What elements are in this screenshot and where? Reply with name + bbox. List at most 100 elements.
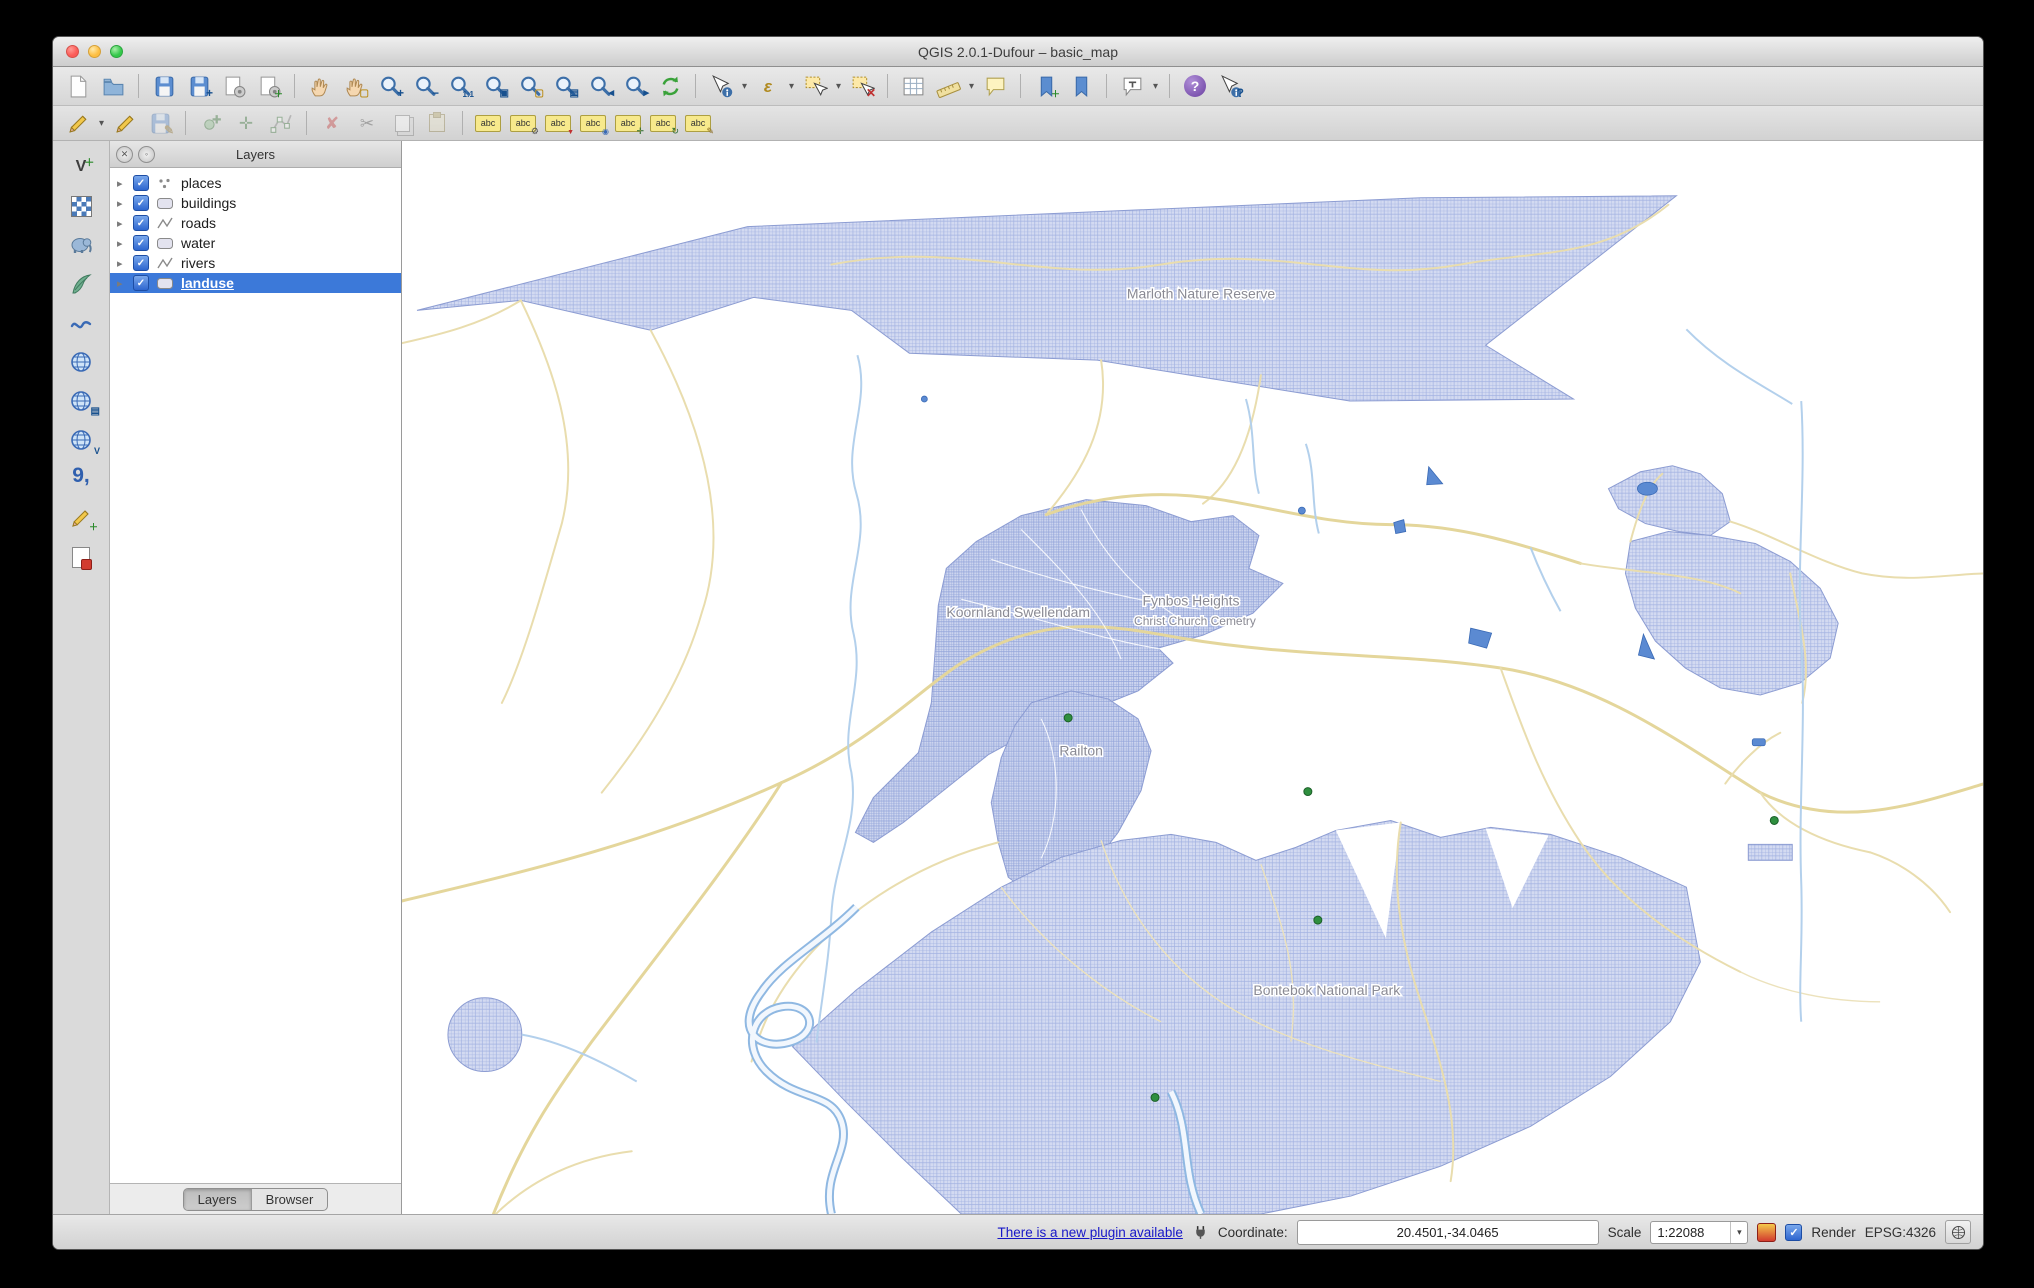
coordinate-input[interactable] [1296, 1219, 1599, 1245]
expand-arrow-icon[interactable] [117, 277, 127, 290]
copy-features-button[interactable] [385, 109, 419, 138]
refresh-map-button[interactable] [653, 72, 687, 101]
zoom-window-button[interactable] [110, 45, 123, 58]
plugin-icon[interactable] [1192, 1224, 1209, 1241]
new-shapefile-layer-button[interactable] [61, 502, 101, 534]
layer-checkbox[interactable] [133, 235, 149, 251]
title-bar[interactable]: QGIS 2.0.1-Dufour – basic_map [53, 37, 1983, 67]
stop-render-icon[interactable] [1757, 1222, 1777, 1242]
close-window-button[interactable] [66, 45, 79, 58]
layer-checkbox[interactable] [133, 215, 149, 231]
add-spatialite-layer-button[interactable] [61, 268, 101, 300]
add-vector-layer-button[interactable]: V ＋ [61, 151, 101, 183]
pan-to-selection-button[interactable] [338, 72, 372, 101]
layer-row-water[interactable]: water [110, 233, 401, 253]
measure-button[interactable] [931, 72, 965, 101]
help-contents-button[interactable] [1178, 72, 1212, 101]
text-annotation-button[interactable] [1115, 72, 1149, 101]
render-checkbox[interactable] [1785, 1223, 1803, 1241]
layer-row-rivers[interactable]: rivers [110, 253, 401, 273]
tab-browser[interactable]: Browser [250, 1188, 328, 1210]
expand-arrow-icon[interactable] [117, 197, 127, 210]
open-project-button[interactable] [96, 72, 130, 101]
expand-arrow-icon[interactable] [117, 237, 127, 250]
current-edits-dropdown-arrow[interactable] [96, 109, 107, 138]
map-canvas[interactable]: .poly{fill:url(#lu);stroke:#8c9cd2;strok… [402, 141, 1983, 1214]
add-wcs-layer-button[interactable] [61, 385, 101, 417]
add-delimited-text-layer-button[interactable] [61, 463, 101, 495]
highlight-labels-button[interactable] [576, 109, 610, 138]
add-feature-button[interactable] [194, 109, 228, 138]
minimize-window-button[interactable] [88, 45, 101, 58]
add-postgis-layer-button[interactable] [61, 229, 101, 261]
layer-checkbox[interactable] [133, 255, 149, 271]
select-dropdown-arrow[interactable] [833, 72, 844, 101]
expand-arrow-icon[interactable] [117, 257, 127, 270]
zoom-next-button[interactable] [618, 72, 652, 101]
save-project-as-button[interactable] [182, 72, 216, 101]
move-feature-button[interactable]: ✛ [229, 109, 263, 138]
add-raster-layer-button[interactable] [61, 190, 101, 222]
add-mssql-layer-button[interactable] [61, 307, 101, 339]
change-label-button[interactable] [681, 109, 715, 138]
zoom-to-selection-button[interactable] [513, 72, 547, 101]
scale-combobox[interactable]: 1:22088 [1650, 1220, 1749, 1244]
new-project-button[interactable] [61, 72, 95, 101]
whats-this-button[interactable]: ? [1213, 72, 1247, 101]
zoom-out-button[interactable] [408, 72, 442, 101]
run-feature-action-button[interactable]: ε [751, 72, 785, 101]
expand-arrow-icon[interactable] [117, 177, 127, 190]
layer-checkbox[interactable] [133, 175, 149, 191]
delete-selected-button[interactable]: ✘ [315, 109, 349, 138]
pin-label-button[interactable] [541, 109, 575, 138]
zoom-native-button[interactable] [443, 72, 477, 101]
identify-dropdown-arrow[interactable] [739, 72, 750, 101]
open-attribute-table-button[interactable] [896, 72, 930, 101]
add-wms-layer-button[interactable] [61, 346, 101, 378]
layers-panel-header[interactable]: Layers [110, 141, 401, 168]
zoom-in-button[interactable] [373, 72, 407, 101]
remove-layer-button[interactable] [61, 541, 101, 573]
move-label-button[interactable] [611, 109, 645, 138]
panel-float-button[interactable] [138, 146, 155, 163]
deselect-features-button[interactable]: ✕ [845, 72, 879, 101]
zoom-to-layer-button[interactable] [548, 72, 582, 101]
new-print-composer-button[interactable] [217, 72, 251, 101]
current-edits-button[interactable] [61, 109, 95, 138]
zoom-full-button[interactable] [478, 72, 512, 101]
new-bookmark-button[interactable] [1029, 72, 1063, 101]
cut-features-button[interactable]: ✂ [350, 109, 384, 138]
map-tips-button[interactable] [978, 72, 1012, 101]
add-wfs-layer-button[interactable]: V [61, 424, 101, 456]
composer-manager-button[interactable] [252, 72, 286, 101]
layer-checkbox[interactable] [133, 275, 149, 291]
label-options-button[interactable] [506, 109, 540, 138]
layer-row-roads[interactable]: roads [110, 213, 401, 233]
show-bookmarks-button[interactable] [1064, 72, 1098, 101]
toggle-editing-button[interactable] [108, 109, 142, 138]
rotate-label-button[interactable] [646, 109, 680, 138]
crs-selector-button[interactable] [1945, 1220, 1971, 1244]
measure-dropdown-arrow[interactable] [966, 72, 977, 101]
label-button[interactable] [471, 109, 505, 138]
layer-checkbox[interactable] [133, 195, 149, 211]
paste-features-button[interactable] [420, 109, 454, 138]
layer-row-places[interactable]: places [110, 173, 401, 193]
expand-arrow-icon[interactable] [117, 217, 127, 230]
feature-action-dropdown-arrow[interactable] [786, 72, 797, 101]
zoom-last-button[interactable] [583, 72, 617, 101]
save-layer-edits-button[interactable] [143, 109, 177, 138]
save-project-button[interactable] [147, 72, 181, 101]
layer-tree[interactable]: places buildings roads [110, 168, 401, 1183]
annotation-dropdown-arrow[interactable] [1150, 72, 1161, 101]
scale-dropdown-arrow[interactable] [1730, 1221, 1747, 1243]
pan-map-button[interactable] [303, 72, 337, 101]
layer-row-landuse[interactable]: landuse [110, 273, 401, 293]
tab-layers[interactable]: Layers [183, 1188, 251, 1210]
panel-close-button[interactable] [116, 146, 133, 163]
identify-features-button[interactable] [704, 72, 738, 101]
new-plugin-link[interactable]: There is a new plugin available [997, 1225, 1182, 1240]
layer-row-buildings[interactable]: buildings [110, 193, 401, 213]
select-features-button[interactable] [798, 72, 832, 101]
node-tool-button[interactable] [264, 109, 298, 138]
